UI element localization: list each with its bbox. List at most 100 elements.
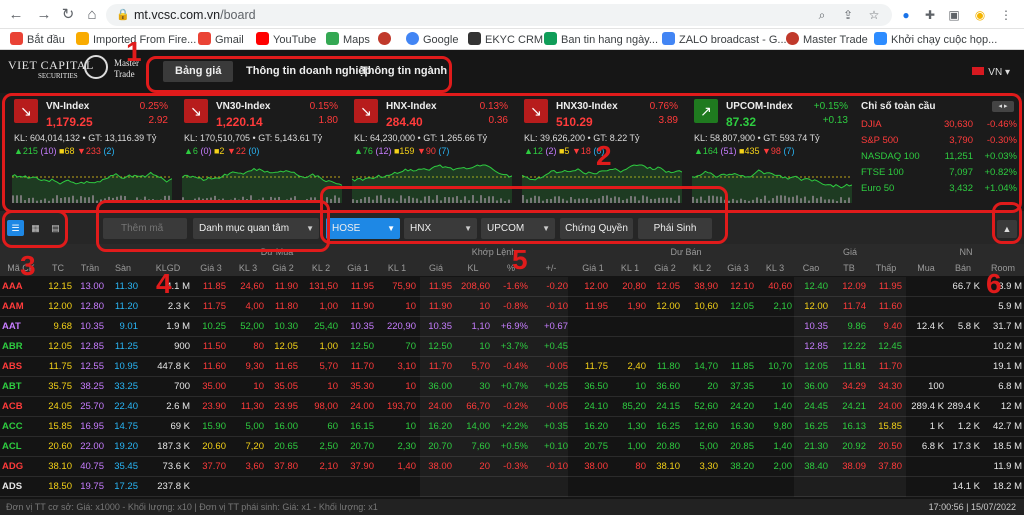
sidebar-icon[interactable]: ▣	[944, 5, 964, 25]
table-cell: 5.9 M	[998, 301, 1022, 312]
forward-icon[interactable]: →	[34, 5, 54, 25]
symbol-cell[interactable]: ADG	[2, 461, 40, 472]
back-icon[interactable]: ←	[6, 5, 26, 25]
table-row[interactable]: AAM 12.00 12.80 11.20 2.3 K 11.75 4,00 11.80 1,0…	[0, 297, 1024, 317]
profile-icon[interactable]: ◉	[970, 5, 990, 25]
table-cell: 18.50	[48, 481, 72, 492]
column-header[interactable]: Mua	[908, 263, 944, 273]
table-cell: 17.3 K	[952, 441, 980, 452]
table-cell: 20	[479, 461, 490, 472]
symbol-cell[interactable]: ACB	[2, 401, 40, 412]
column-header[interactable]: Giá 3	[196, 263, 226, 273]
table-row[interactable]: ACL 20.60 22.00 19.20 187.3 K 20.60 7,20 20.65 2…	[0, 437, 1024, 457]
table-row[interactable]: ACB 24.05 25.70 22.40 2.6 M 23.90 11,30 23.95 98…	[0, 397, 1024, 417]
bookmark-item[interactable]: Master Trade	[786, 32, 868, 46]
table-cell: 38.09	[842, 461, 866, 472]
bookmark-item[interactable]	[378, 32, 395, 46]
table-cell: 10	[479, 341, 490, 352]
table-cell: 25.70	[80, 401, 104, 412]
symbol-cell[interactable]: ACL	[2, 441, 40, 452]
symbol-cell[interactable]: AAA	[2, 281, 40, 292]
table-row[interactable]: ACC 15.85 16.95 14.75 69 K 15.90 5,00 16.00 60 16…	[0, 417, 1024, 437]
table-row[interactable]: ABT 35.75 38.25 33.25 700 35.00 10 35.05 10 35.30…	[0, 377, 1024, 397]
column-header[interactable]: Trần	[76, 263, 104, 273]
table-cell: 24.00	[428, 401, 452, 412]
table-cell: 52,60	[694, 401, 718, 412]
table-cell: 80	[635, 461, 646, 472]
column-header[interactable]: KL 3	[232, 263, 264, 273]
bookmark-item[interactable]: Gmail	[198, 32, 244, 46]
column-header[interactable]: KL 2	[686, 263, 718, 273]
column-header[interactable]: Cao	[794, 263, 828, 273]
symbol-cell[interactable]: ACC	[2, 421, 40, 432]
table-row[interactable]: ABR 12.05 12.85 11.25 900 11.50 80 12.05 1,00 12.…	[0, 337, 1024, 357]
star-icon[interactable]: ☆	[864, 5, 884, 25]
table-cell: 237.8 K	[157, 481, 190, 492]
table-cell: 2,40	[627, 361, 647, 372]
table-cell: 193,70	[386, 401, 416, 412]
column-header[interactable]: Giá 3	[722, 263, 754, 273]
column-header[interactable]: KL 2	[304, 263, 338, 273]
table-cell: 14.1 K	[952, 481, 980, 492]
column-header[interactable]: Giá 2	[650, 263, 680, 273]
column-header[interactable]: +/-	[534, 263, 568, 273]
puzzle-icon[interactable]: ✚	[920, 5, 940, 25]
table-cell: 11.9 M	[993, 461, 1022, 472]
symbol-cell[interactable]: ABT	[2, 381, 40, 392]
bookmark-item[interactable]: Google	[406, 32, 458, 46]
table-cell: 447.8 K	[157, 361, 190, 372]
symbol-cell[interactable]: AAT	[2, 321, 40, 332]
annotation-number-4: 4	[156, 268, 172, 299]
table-cell: 21.30	[804, 441, 828, 452]
table-cell: 24.20	[730, 401, 754, 412]
table-row[interactable]: ADS 18.50 19.75 17.25 237.8 K 14.1 K 18.2 M	[0, 477, 1024, 497]
share-icon[interactable]: ⇪	[838, 5, 858, 25]
table-cell: 12.4 K	[916, 321, 944, 332]
table-row[interactable]: AAA 12.15 13.00 11.30 4.1 M 11.85 24,60 11.90 13…	[0, 277, 1024, 297]
table-cell: 12.09	[842, 281, 866, 292]
column-header[interactable]: Thấp	[870, 263, 902, 273]
table-cell: 12.85	[80, 341, 104, 352]
zoom-icon[interactable]: ⌕	[812, 5, 832, 25]
bookmark-item[interactable]: Khởi chạy cuộc họp...	[874, 32, 997, 46]
symbol-cell[interactable]: AAM	[2, 301, 40, 312]
reload-icon[interactable]: ↻	[58, 5, 78, 25]
column-header[interactable]: Bán	[946, 263, 980, 273]
column-header[interactable]: KL 1	[614, 263, 646, 273]
bookmark-item[interactable]: Bắt đầu	[10, 32, 65, 46]
symbol-cell[interactable]: ABS	[2, 361, 40, 372]
table-row[interactable]: ADG 38.10 40.75 35.45 73.6 K 37.70 3,60 37.80 2,…	[0, 457, 1024, 477]
table-cell: 11.95	[878, 281, 902, 292]
bookmark-item[interactable]: YouTube	[256, 32, 316, 46]
language-selector[interactable]: VN ▾	[972, 67, 1010, 78]
column-header[interactable]: Giá 1	[342, 263, 374, 273]
symbol-cell[interactable]: ADS	[2, 481, 40, 492]
home-icon[interactable]: ⌂	[82, 5, 102, 25]
column-header[interactable]: TB	[832, 263, 866, 273]
table-cell: 220,90	[386, 321, 416, 332]
bookmark-item[interactable]: EKYC CRM	[468, 32, 543, 46]
extension-icon[interactable]: ●	[896, 5, 916, 25]
symbol-cell[interactable]: ABR	[2, 341, 40, 352]
table-cell: 37.80	[274, 461, 298, 472]
column-header[interactable]: KL 3	[758, 263, 792, 273]
bookmark-item[interactable]: Ban tin hang ngày...	[544, 32, 658, 46]
address-bar[interactable]: 🔒 mt.vcsc.com.vn/board ⌕ ⇪ ☆	[106, 4, 892, 26]
table-cell: 38.10	[656, 461, 680, 472]
column-header[interactable]: TC	[44, 263, 72, 273]
table-cell: 16.15	[350, 421, 374, 432]
menu-icon[interactable]: ⋮	[996, 5, 1016, 25]
table-row[interactable]: ABS 11.75 12.55 10.95 447.8 K 11.60 9,30 11.65 5…	[0, 357, 1024, 377]
table-row[interactable]: AAT 9.68 10.35 9.01 1.9 M 10.25 52,00 10.30 25,4…	[0, 317, 1024, 337]
table-cell: +6.9%	[500, 321, 528, 332]
column-header[interactable]: Sàn	[108, 263, 138, 273]
bookmark-item[interactable]: ZALO broadcast - G...	[662, 32, 787, 46]
column-header[interactable]: KL 1	[378, 263, 416, 273]
column-header[interactable]: Giá 1	[578, 263, 608, 273]
column-header[interactable]: Giá	[420, 263, 452, 273]
table-cell: +0.10	[543, 441, 568, 452]
column-header[interactable]: Giá 2	[268, 263, 298, 273]
column-header[interactable]: KL	[456, 263, 490, 273]
bookmark-item[interactable]: Maps	[326, 32, 370, 46]
table-cell: 11.95	[350, 281, 374, 292]
